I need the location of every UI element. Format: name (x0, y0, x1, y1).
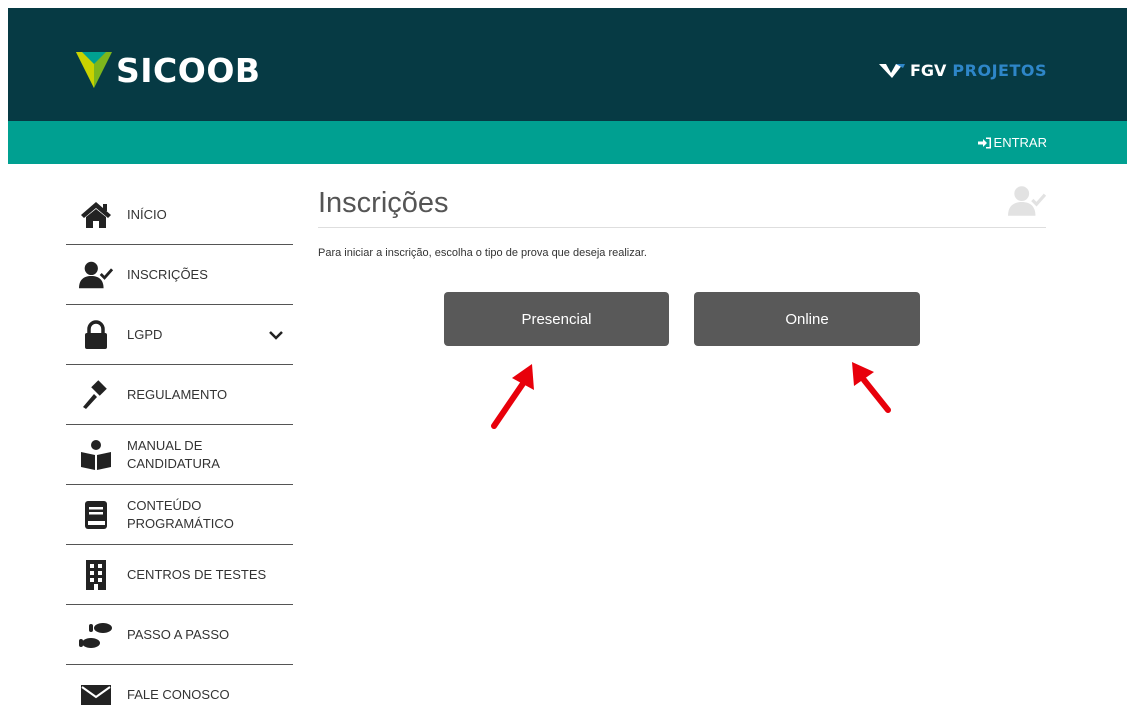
book-icon (79, 498, 113, 532)
title-divider (318, 227, 1046, 228)
sidebar-item-label: REGULAMENTO (127, 386, 228, 402)
sidebar-item-label: FALE CONOSCO (127, 686, 230, 702)
sidebar-item-centros[interactable]: CENTROS DE TESTES (66, 545, 293, 605)
user-check-icon (1008, 185, 1047, 222)
sidebar-item-label: CENTROS DE TESTES (127, 566, 267, 582)
sidebar-item-label: PASSO A PASSO (127, 626, 230, 642)
lock-icon (79, 318, 113, 352)
sidebar-item-manual[interactable]: MANUAL DE CANDIDATURA (66, 425, 293, 485)
building-icon (79, 558, 113, 592)
sicoob-logo[interactable]: SICOOB (74, 50, 261, 90)
secondary-header-bar (8, 121, 1127, 164)
sicoob-mark-icon (76, 52, 112, 88)
red-arrow-icon (852, 362, 891, 413)
login-link[interactable]: ENTRAR (977, 135, 1047, 150)
sidebar-nav: INÍCIO INSCRIÇÕES LGPD REGULAMENTO MANUA… (66, 185, 293, 724)
fgv-mark-icon (878, 63, 905, 78)
login-label: ENTRAR (993, 135, 1047, 150)
chevron-down-icon[interactable] (269, 327, 283, 345)
sidebar-item-fale[interactable]: FALE CONOSCO (66, 665, 293, 724)
sidebar-item-passo[interactable]: PASSO A PASSO (66, 605, 293, 665)
sign-in-icon (977, 137, 991, 148)
sidebar-item-label: INSCRIÇÕES (127, 266, 208, 282)
presencial-button[interactable]: Presencial (444, 292, 669, 346)
sidebar-item-conteudo[interactable]: CONTEÚDO PROGRAMÁTICO (66, 485, 293, 545)
sidebar-item-label: INÍCIO (127, 206, 167, 222)
sidebar-item-inscricoes[interactable]: INSCRIÇÕES (66, 245, 293, 305)
fgv-projetos-logo[interactable]: FGV PROJETOS (878, 61, 1047, 80)
sidebar-item-lgpd[interactable]: LGPD (66, 305, 293, 365)
sidebar-item-label: LGPD (127, 326, 163, 342)
footsteps-icon (79, 618, 113, 652)
main-content: Inscrições Para iniciar a inscrição, esc… (318, 185, 1047, 259)
gavel-icon (79, 378, 113, 412)
user-check-icon (79, 258, 113, 292)
online-button[interactable]: Online (694, 292, 920, 346)
instructions-text: Para iniciar a inscrição, escolha o tipo… (318, 247, 647, 259)
sicoob-wordmark: SICOOB (116, 50, 261, 90)
sidebar-item-label: CONTEÚDO PROGRAMÁTICO (127, 497, 234, 531)
page-title: Inscrições (318, 187, 449, 219)
projetos-wordmark: PROJETOS (952, 61, 1047, 80)
envelope-icon (79, 678, 113, 712)
sidebar-item-label: MANUAL DE CANDIDATURA (127, 437, 220, 471)
home-icon (79, 198, 113, 232)
top-header-bar: SICOOB FGV PROJETOS (8, 8, 1127, 121)
reader-icon (79, 438, 113, 472)
sidebar-item-inicio[interactable]: INÍCIO (66, 185, 293, 245)
red-arrow-icon (491, 364, 534, 429)
fgv-wordmark: FGV (909, 61, 947, 80)
sidebar-item-regulamento[interactable]: REGULAMENTO (66, 365, 293, 425)
